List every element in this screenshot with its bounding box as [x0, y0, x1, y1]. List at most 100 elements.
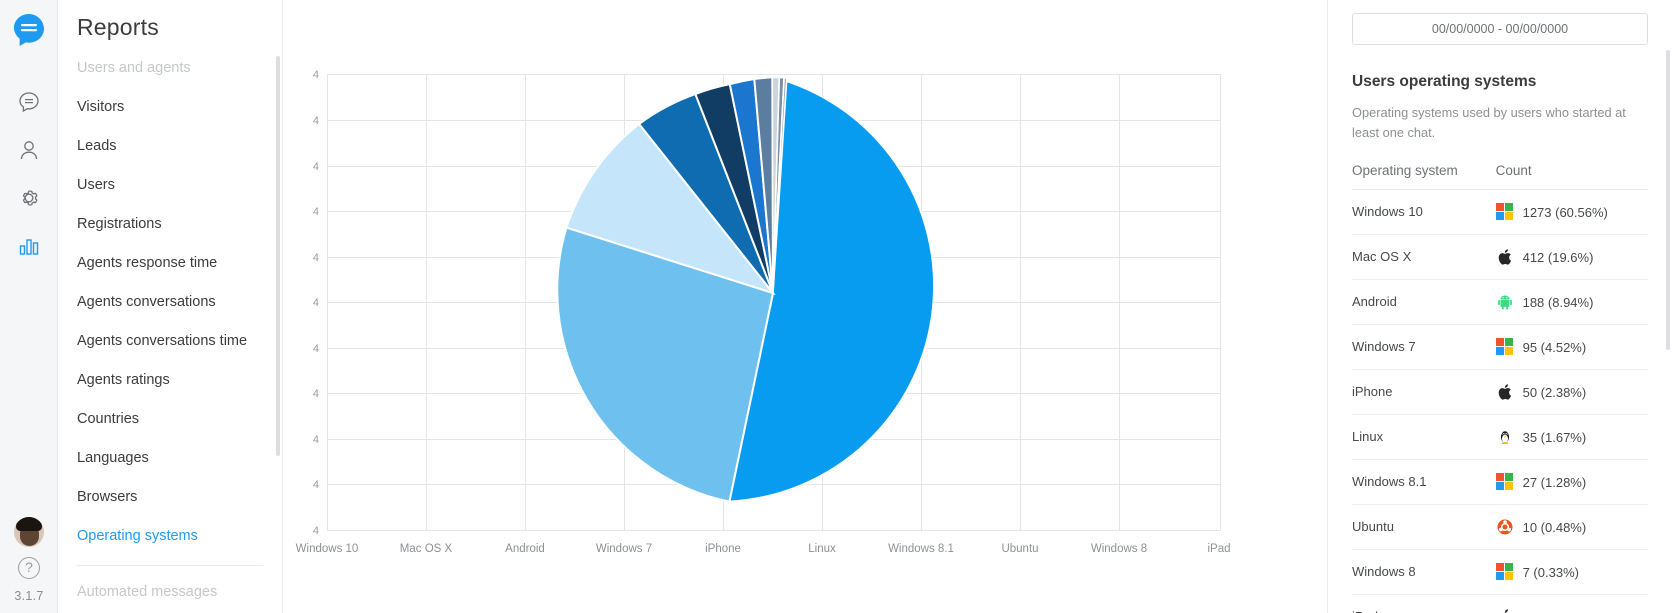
y-tick: 4 [313, 297, 319, 309]
pie-slices[interactable] [556, 75, 936, 503]
x-tick: Windows 8.1 [888, 543, 954, 555]
cell-os-name: Windows 7 [1352, 324, 1496, 370]
count-value: 10 (0.48%) [1522, 519, 1587, 535]
sidebar-item-settings[interactable] [0, 176, 58, 224]
ubuntu-logo-icon [1496, 518, 1514, 536]
table-header-row: Operating system Count [1352, 162, 1648, 190]
y-tick: 4 [313, 525, 319, 537]
avatar[interactable] [14, 517, 44, 547]
y-tick: 4 [313, 388, 319, 400]
count-value: 95 (4.52%) [1522, 339, 1587, 355]
column-header-os: Operating system [1352, 162, 1496, 190]
cell-os-name: Windows 10 [1352, 189, 1496, 235]
table-row[interactable]: Mac OS X 412 (19.6%) [1352, 234, 1648, 280]
cell-count: 412 (19.6%) [1495, 234, 1648, 280]
table-row[interactable]: Linux 35 (1.67%) [1352, 414, 1648, 460]
x-tick: Windows 7 [596, 543, 652, 555]
sidebar-item-browsers[interactable]: Browsers [58, 477, 282, 516]
cell-os-name: iPhone [1352, 369, 1496, 415]
x-tick: iPhone [705, 543, 741, 555]
column-header-count: Count [1495, 162, 1648, 190]
sidebar-item-conversations[interactable] [0, 80, 58, 128]
sidebar-item-automated-messages[interactable]: Automated messages [58, 572, 282, 611]
date-range-picker[interactable]: 00/00/0000 - 00/00/0000 [1352, 13, 1648, 45]
panel-title: Users operating systems [1352, 73, 1537, 90]
sidebar-item-registrations[interactable]: Registrations [58, 204, 282, 243]
page-title: Reports [77, 14, 159, 40]
nav-scrollbar[interactable] [276, 56, 280, 456]
help-circle-icon[interactable]: ? [18, 557, 40, 579]
apple-logo-icon [1496, 383, 1514, 401]
chat-bubble-icon [17, 90, 41, 119]
cell-os-name: Linux [1352, 414, 1496, 460]
table-row[interactable]: iPad [1352, 594, 1648, 613]
table-row[interactable]: Windows 10 1273 (60.56%) [1352, 189, 1648, 235]
x-tick: Android [505, 543, 545, 555]
windows-logo-icon [1495, 337, 1514, 356]
y-tick: 4 [313, 343, 319, 355]
y-tick: 4 [313, 206, 319, 218]
user-icon [17, 138, 41, 167]
x-tick: iPad [1207, 543, 1230, 555]
table-row[interactable]: Windows 8.1 27 (1.28%) [1352, 459, 1648, 505]
sidebar-item-languages[interactable]: Languages [58, 438, 282, 477]
windows-logo-icon [1495, 562, 1514, 581]
sidebar-item-leads[interactable]: Leads [58, 126, 282, 165]
table-row[interactable]: Ubuntu 10 (0.48%) [1352, 504, 1648, 550]
y-tick: 4 [313, 479, 319, 491]
cell-os-name: Windows 8.1 [1352, 459, 1496, 505]
cell-count: 27 (1.28%) [1495, 459, 1648, 505]
sidebar-item-operating-systems[interactable]: Operating systems [58, 516, 282, 555]
sidebar-item-users[interactable]: Users [58, 165, 282, 204]
count-value: 35 (1.67%) [1522, 429, 1587, 445]
table-row[interactable]: Windows 8 7 (0.33%) [1352, 549, 1648, 595]
cell-os-name: Mac OS X [1352, 234, 1496, 280]
reports-nav-column: Reports Users and agents Visitors Leads … [58, 0, 283, 613]
linux-tux-icon [1496, 428, 1514, 446]
icon-rail: ? 3.1.7 [0, 0, 58, 613]
x-tick: Windows 8 [1091, 543, 1147, 555]
apple-logo-icon [1496, 248, 1514, 266]
windows-logo-icon [1495, 472, 1514, 491]
panel-scrollbar[interactable] [1666, 50, 1670, 350]
count-value: 7 (0.33%) [1522, 564, 1579, 580]
operating-systems-table: Operating system Count Windows 10 1273 (… [1352, 162, 1648, 613]
android-logo-icon [1496, 293, 1514, 311]
apple-logo-icon [1496, 608, 1514, 613]
avatar-hair [16, 517, 42, 531]
table-row[interactable]: Windows 7 95 (4.52%) [1352, 324, 1648, 370]
y-axis-tick-labels: 4 4 4 4 4 4 4 4 4 4 4 [313, 69, 319, 537]
count-value: 50 (2.38%) [1522, 384, 1587, 400]
sidebar-item-agents-ratings[interactable]: Agents ratings [58, 360, 282, 399]
cell-count: 35 (1.67%) [1495, 414, 1648, 460]
table-row[interactable]: Android 188 (8.94%) [1352, 279, 1648, 325]
count-value: 188 (8.94%) [1522, 294, 1594, 310]
y-tick: 4 [313, 252, 319, 264]
gear-icon [17, 186, 41, 215]
sidebar-item-countries[interactable]: Countries [58, 399, 282, 438]
windows-logo-icon [1495, 202, 1514, 221]
x-tick: Windows 10 [296, 543, 359, 555]
x-axis-tick-labels: Windows 10 Mac OS X Android Windows 7 iP… [296, 543, 1231, 555]
table-row[interactable]: iPhone 50 (2.38%) [1352, 369, 1648, 415]
sidebar-item-agents-conversations[interactable]: Agents conversations [58, 282, 282, 321]
cell-count [1495, 594, 1648, 613]
cell-count: 1273 (60.56%) [1495, 189, 1648, 235]
bar-chart-icon [17, 234, 41, 263]
app-root: ? 3.1.7 Reports Users and agents Visitor… [0, 0, 1672, 613]
cell-os-name: iPad [1352, 594, 1496, 613]
y-tick: 4 [313, 161, 319, 173]
y-tick: 4 [313, 69, 319, 81]
chat-logo-icon[interactable] [11, 12, 47, 48]
sidebar-item-users[interactable] [0, 128, 58, 176]
y-tick: 4 [313, 434, 319, 446]
cell-os-name: Android [1352, 279, 1496, 325]
sidebar-item-agents-conversations-time[interactable]: Agents conversations time [58, 321, 282, 360]
count-value: 412 (19.6%) [1522, 249, 1594, 265]
sidebar-item-visitors[interactable]: Visitors [58, 87, 282, 126]
cell-os-name: Ubuntu [1352, 504, 1496, 550]
sidebar-item-users-and-agents[interactable]: Users and agents [58, 48, 282, 87]
sidebar-item-reports[interactable] [0, 224, 58, 272]
x-tick: Linux [808, 543, 836, 555]
sidebar-item-agents-response-time[interactable]: Agents response time [58, 243, 282, 282]
